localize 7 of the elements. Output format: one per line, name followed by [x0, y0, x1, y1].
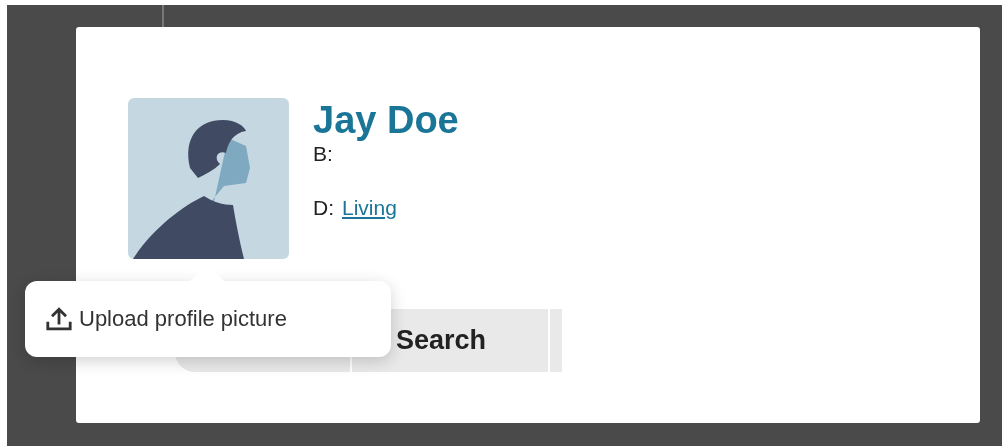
upload-icon	[45, 305, 73, 333]
tooltip-text: Upload profile picture	[79, 306, 287, 332]
birth-label: B:	[313, 142, 333, 165]
death-label: D:	[313, 196, 334, 221]
avatar-icon[interactable]	[128, 98, 289, 259]
living-link[interactable]: Living	[342, 196, 397, 226]
person-name: Jay Doe	[313, 98, 459, 142]
